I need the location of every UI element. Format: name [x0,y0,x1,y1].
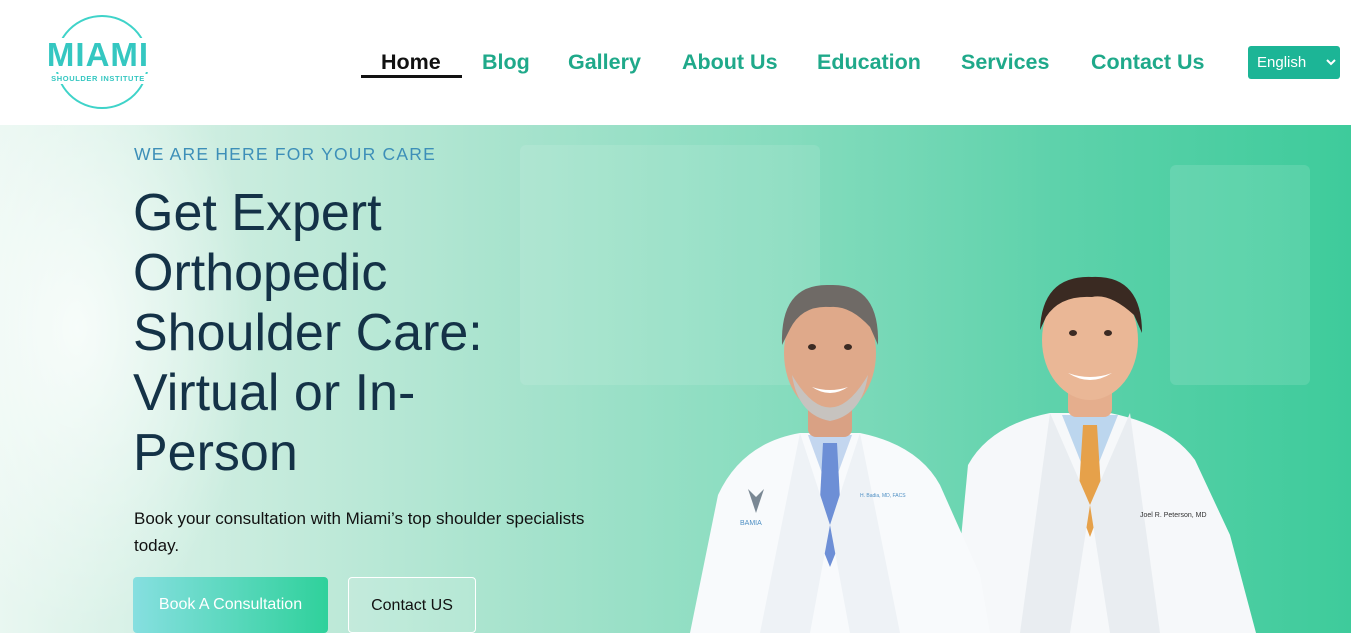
doctor-right-figure: Joel R. Peterson, MD [952,276,1256,633]
doctor-left-figure: BAMIA H. Badia, MD, FACS [690,284,990,633]
logo-wordmark: MIAMI [38,38,158,72]
nav-services[interactable]: Services [961,48,1049,76]
nav-active-underline [361,75,462,78]
headline-line: Virtual or In- [133,364,416,422]
logo[interactable]: MIAMI SHOULDER INSTITUTE [38,14,158,112]
nav-contact-us[interactable]: Contact Us [1091,48,1204,76]
headline-line: Person [133,424,298,482]
contact-us-button[interactable]: Contact US [348,577,476,633]
doctors-photo: Joel R. Peterson, MD BAMIA H. Badia, MD,… [690,276,1256,633]
hero-subtext: Book your consultation with Miami’s top … [134,509,585,555]
hero-eyebrow: WE ARE HERE FOR YOUR CARE [134,144,436,164]
nav-about-us[interactable]: About Us [682,48,778,76]
nav-gallery[interactable]: Gallery [568,48,641,76]
logo-subtitle: SHOULDER INSTITUTE [38,74,158,84]
nav-blog[interactable]: Blog [482,48,530,76]
book-consultation-button[interactable]: Book A Consultation [133,577,328,633]
hero-section: WE ARE HERE FOR YOUR CARE Get Expert Ort… [0,125,1351,633]
chevron-down-icon [1326,46,1336,79]
nav-home[interactable]: Home [381,48,441,76]
coat-right-name: Joel R. Peterson, MD [1140,512,1207,519]
site-header: MIAMI SHOULDER INSTITUTE Home Blog Galle… [0,0,1351,125]
headline-line: Shoulder Care: [133,304,483,362]
language-select[interactable]: English [1248,46,1340,79]
headline-line: Orthopedic [133,244,388,302]
coat-left-badge: BAMIA [740,520,762,527]
hero-headline: Get Expert Orthopedic Shoulder Care: Vir… [133,183,553,483]
nav-education[interactable]: Education [817,48,921,76]
coat-left-name: H. Badia, MD, FACS [860,493,906,499]
headline-line: Get Expert [133,184,382,242]
language-selected-value: English [1257,54,1307,71]
